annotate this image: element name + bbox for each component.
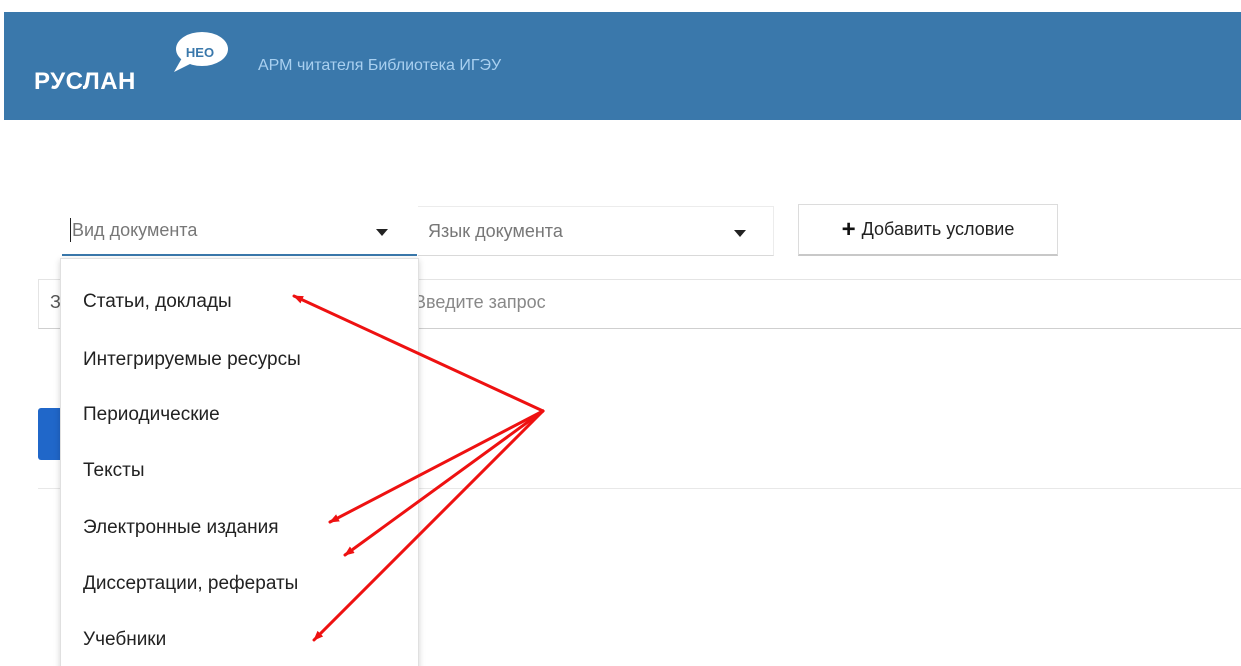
logo-badge: НЕО [185, 45, 215, 60]
doc-type-dropdown: Статьи, доклады Интегрируемые ресурсы Пе… [60, 258, 419, 666]
dropdown-item-textbooks[interactable]: Учебники [83, 629, 166, 651]
dropdown-item-integrated-resources[interactable]: Интегрируемые ресурсы [83, 349, 301, 371]
query-input[interactable]: Введите запрос [414, 292, 546, 313]
language-placeholder: Язык документа [428, 221, 563, 241]
dropdown-item-periodicals[interactable]: Периодические [83, 404, 220, 426]
caret-down-icon[interactable] [376, 229, 388, 236]
dropdown-item-electronic-editions[interactable]: Электронные издания [83, 517, 278, 539]
add-condition-label: Добавить условие [861, 219, 1015, 239]
plus-icon: + [841, 215, 856, 243]
language-select[interactable]: Язык документа [418, 206, 774, 256]
add-condition-button[interactable]: + Добавить условие [798, 204, 1058, 256]
text-cursor [70, 218, 71, 242]
doc-type-select[interactable]: Вид документа [62, 206, 417, 256]
dropdown-item-articles[interactable]: Статьи, доклады [83, 291, 232, 313]
dropdown-item-texts[interactable]: Тексты [83, 460, 145, 482]
logo-ruslan[interactable]: РУСЛАН [34, 68, 136, 96]
app-title: АРМ читателя Библиотека ИГЭУ [258, 57, 502, 74]
dropdown-item-dissertations[interactable]: Диссертации, рефераты [83, 573, 298, 595]
caret-down-icon[interactable] [734, 230, 746, 237]
doc-type-placeholder: Вид документа [72, 220, 198, 240]
